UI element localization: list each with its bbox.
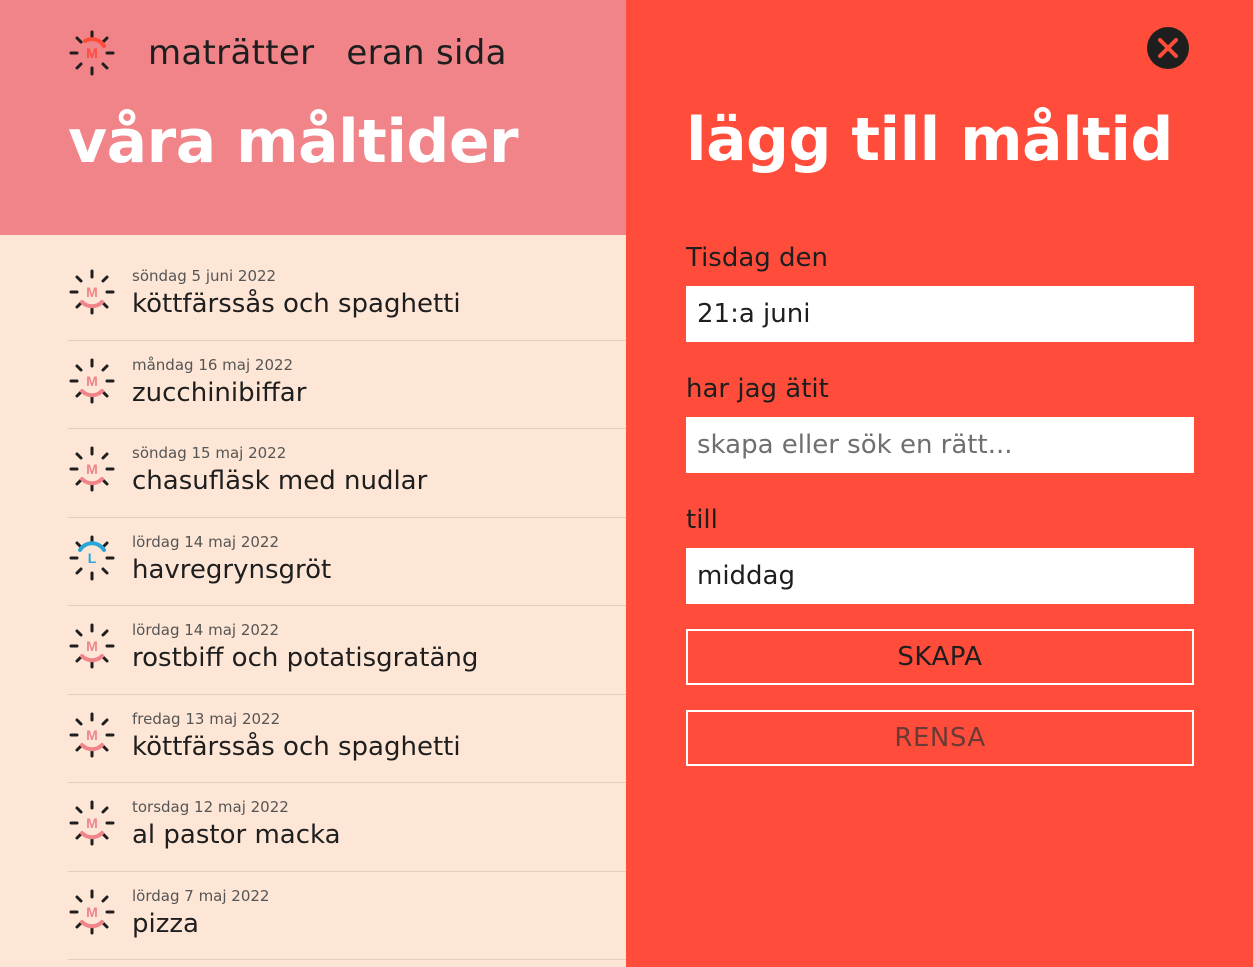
meal-name: zucchinibiffar [132, 377, 307, 408]
meal-label: har jag ätit [686, 374, 829, 404]
meal-list-item[interactable]: Mtorsdag 12 maj 2022 al pastor macka [68, 783, 626, 872]
dinner-badge-icon: M [68, 445, 116, 493]
form-title: lägg till måltid [686, 105, 1173, 175]
meal-date: fredag 13 maj 2022 [132, 709, 281, 728]
meal-name: havregrynsgröt [132, 554, 332, 585]
meal-name: al pastor macka [132, 820, 341, 850]
lunch-badge-icon: L [68, 534, 116, 582]
clear-button[interactable]: RENSA [686, 710, 1194, 766]
meal-date: torsdag 12 maj 2022 [132, 798, 289, 816]
meal-list-item[interactable]: Mmåndag 16 maj 2022 zucchinibiffar [68, 341, 626, 429]
dinner-badge-icon: M [68, 268, 116, 316]
meal-date: lördag 14 maj 2022 [132, 621, 280, 639]
meal-list-item[interactable]: Msöndag 5 juni 2022 köttfärssås och spagh… [68, 252, 626, 341]
meal-search-input[interactable] [686, 417, 1194, 473]
svg-text:M: M [86, 284, 98, 300]
meal-date: måndag 16 maj 2022 [132, 355, 294, 374]
svg-text:M: M [86, 815, 98, 831]
date-input[interactable] [686, 286, 1194, 342]
svg-text:M: M [86, 638, 98, 654]
meal-type-label: till [686, 505, 718, 535]
close-icon [1158, 38, 1178, 58]
meal-list: Msöndag 5 juni 2022 köttfärssås och spagh… [68, 252, 626, 960]
svg-text:M: M [86, 373, 98, 389]
dinner-badge-icon: M [68, 888, 116, 936]
meal-list-panel: M maträtter eran sida våra måltider Msön… [0, 0, 626, 967]
meal-list-item[interactable]: Msöndag 15 maj 2022 chasufläsk med nudlar [68, 429, 626, 518]
left-header: M maträtter eran sida våra måltider [0, 0, 626, 235]
meal-name: rostbiff och potatisgratäng [132, 643, 479, 673]
dinner-badge-icon: M [68, 357, 116, 405]
svg-text:M: M [86, 45, 98, 61]
meal-date: lördag 7 maj 2022 [132, 886, 270, 905]
svg-text:M: M [86, 461, 98, 477]
add-meal-panel: lägg till måltid Tisdag den har jag ätit… [626, 0, 1253, 967]
meal-name: köttfärssås och spaghetti [132, 289, 461, 319]
meal-date: söndag 15 maj 2022 [132, 444, 287, 462]
meal-name: pizza [132, 908, 199, 939]
meal-name: chasufläsk med nudlar [132, 466, 428, 496]
logo-icon[interactable]: M [68, 29, 116, 77]
nav-link-your-page[interactable]: eran sida [346, 30, 506, 76]
main-nav: maträtter eran sida [148, 30, 507, 76]
nav-link-dishes[interactable]: maträtter [148, 30, 314, 76]
date-label: Tisdag den [686, 243, 829, 273]
svg-text:L: L [88, 550, 97, 566]
svg-text:M: M [86, 727, 98, 743]
close-button[interactable] [1147, 27, 1189, 69]
meal-date: lördag 14 maj 2022 [132, 532, 280, 551]
dinner-badge-icon: M [68, 711, 116, 759]
meal-list-item[interactable]: Mlördag 7 maj 2022 pizza [68, 872, 626, 960]
meal-list-item[interactable]: Mlördag 14 maj 2022 rostbiff och potatisg… [68, 606, 626, 695]
meal-list-item[interactable]: Mfredag 13 maj 2022 köttfärssås och spagh… [68, 695, 626, 783]
page-title: våra måltider [68, 107, 519, 177]
meal-type-input[interactable] [686, 548, 1194, 604]
meal-list-item[interactable]: Llördag 14 maj 2022 havregrynsgröt [68, 518, 626, 606]
meal-name: köttfärssås och spaghetti [132, 731, 461, 762]
create-button[interactable]: SKAPA [686, 629, 1194, 685]
dinner-badge-icon: M [68, 799, 116, 847]
svg-text:M: M [86, 904, 98, 920]
meal-date: söndag 5 juni 2022 [132, 267, 277, 285]
dinner-badge-icon: M [68, 622, 116, 670]
